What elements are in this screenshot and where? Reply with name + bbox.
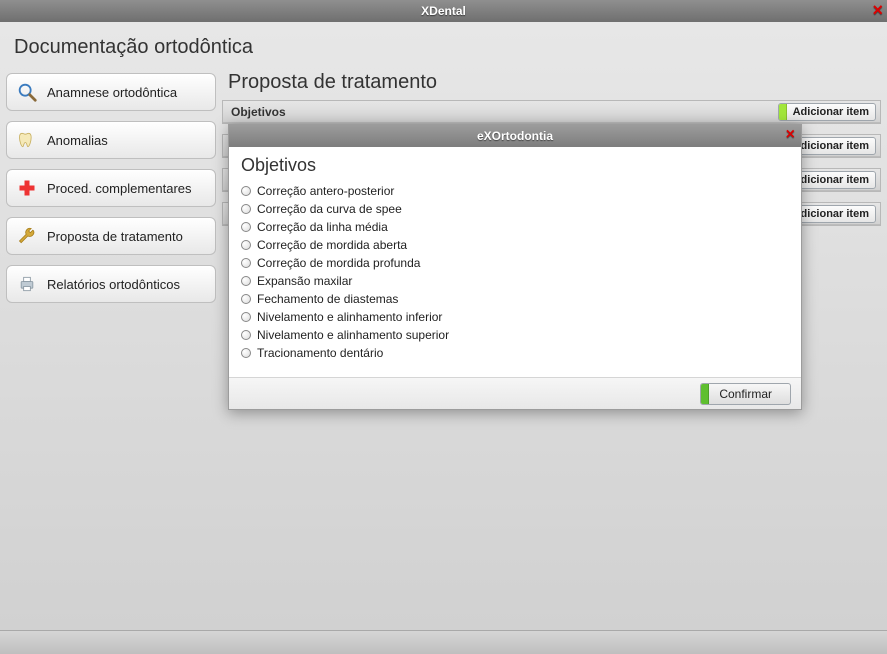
window-title: XDental (421, 4, 466, 18)
option-label: Expansão maxilar (257, 272, 352, 290)
sidebar-item-anamnese[interactable]: Anamnese ortodôntica (6, 73, 216, 111)
add-item-label: Adicionar item (793, 106, 869, 118)
confirm-label: Confirmar (719, 387, 772, 401)
add-item-label: Adicionar item (793, 140, 869, 152)
status-bar (0, 630, 887, 654)
dialog-footer: Confirmar (229, 377, 801, 409)
option-item[interactable]: Correção de mordida profunda (241, 254, 789, 272)
option-item[interactable]: Fechamento de diastemas (241, 290, 789, 308)
dialog-titlebar: eXOrtodontia × (229, 125, 801, 147)
options-list: Correção antero-posteriorCorreção da cur… (241, 182, 789, 362)
radio-icon (241, 276, 251, 286)
section-header: Objetivos Adicionar item (223, 101, 880, 123)
sidebar-item-proced-complementares[interactable]: Proced. complementares (6, 169, 216, 207)
sidebar-item-label: Relatórios ortodônticos (47, 277, 180, 292)
sidebar-item-label: Anamnese ortodôntica (47, 85, 177, 100)
option-label: Fechamento de diastemas (257, 290, 398, 308)
sidebar-item-anomalias[interactable]: Anomalias (6, 121, 216, 159)
radio-icon (241, 258, 251, 268)
option-label: Correção antero-posterior (257, 182, 394, 200)
close-icon[interactable]: × (872, 0, 883, 20)
plus-icon (15, 176, 39, 200)
option-label: Tracionamento dentário (257, 344, 383, 362)
printer-icon (15, 272, 39, 296)
option-label: Correção da curva de spee (257, 200, 402, 218)
confirm-tag-icon (701, 384, 709, 404)
add-tag-icon (779, 104, 787, 120)
radio-icon (241, 204, 251, 214)
close-icon[interactable]: × (786, 126, 795, 144)
option-item[interactable]: Correção da curva de spee (241, 200, 789, 218)
radio-icon (241, 312, 251, 322)
page-title: Documentação ortodôntica (14, 36, 873, 59)
option-item[interactable]: Correção da linha média (241, 218, 789, 236)
sidebar-item-label: Proced. complementares (47, 181, 192, 196)
window-titlebar: XDental × (0, 0, 887, 22)
option-item[interactable]: Correção de mordida aberta (241, 236, 789, 254)
radio-icon (241, 222, 251, 232)
wrench-icon (15, 224, 39, 248)
radio-icon (241, 186, 251, 196)
tooth-icon (15, 128, 39, 152)
dialog-body: Objetivos Correção antero-posteriorCorre… (229, 147, 801, 377)
option-label: Correção de mordida profunda (257, 254, 420, 272)
option-item[interactable]: Correção antero-posterior (241, 182, 789, 200)
app-window: XDental × Documentação ortodôntica Anamn… (0, 0, 887, 654)
section-label: Objetivos (231, 105, 286, 119)
sidebar-item-label: Proposta de tratamento (47, 229, 183, 244)
dialog-title: eXOrtodontia (477, 129, 553, 143)
page-header: Documentação ortodôntica (0, 22, 887, 67)
option-label: Correção de mordida aberta (257, 236, 407, 254)
objetivos-dialog: eXOrtodontia × Objetivos Correção antero… (228, 124, 802, 410)
radio-icon (241, 240, 251, 250)
sidebar-item-proposta-tratamento[interactable]: Proposta de tratamento (6, 217, 216, 255)
dialog-heading: Objetivos (241, 155, 789, 176)
option-label: Nivelamento e alinhamento superior (257, 326, 449, 344)
radio-icon (241, 348, 251, 358)
section-objetivos: Objetivos Adicionar item (222, 100, 881, 124)
confirm-button[interactable]: Confirmar (700, 383, 791, 405)
add-item-label: Adicionar item (793, 208, 869, 220)
option-item[interactable]: Nivelamento e alinhamento inferior (241, 308, 789, 326)
sidebar-item-label: Anomalias (47, 133, 108, 148)
search-icon (15, 80, 39, 104)
option-item[interactable]: Tracionamento dentário (241, 344, 789, 362)
sidebar-item-relatorios[interactable]: Relatórios ortodônticos (6, 265, 216, 303)
radio-icon (241, 330, 251, 340)
radio-icon (241, 294, 251, 304)
add-item-label: Adicionar item (793, 174, 869, 186)
sidebar: Anamnese ortodôntica Anomalias Proced. c… (6, 67, 216, 630)
add-item-button[interactable]: Adicionar item (778, 103, 876, 121)
option-label: Nivelamento e alinhamento inferior (257, 308, 442, 326)
option-label: Correção da linha média (257, 218, 388, 236)
option-item[interactable]: Nivelamento e alinhamento superior (241, 326, 789, 344)
option-item[interactable]: Expansão maxilar (241, 272, 789, 290)
main-title: Proposta de tratamento (222, 67, 881, 100)
